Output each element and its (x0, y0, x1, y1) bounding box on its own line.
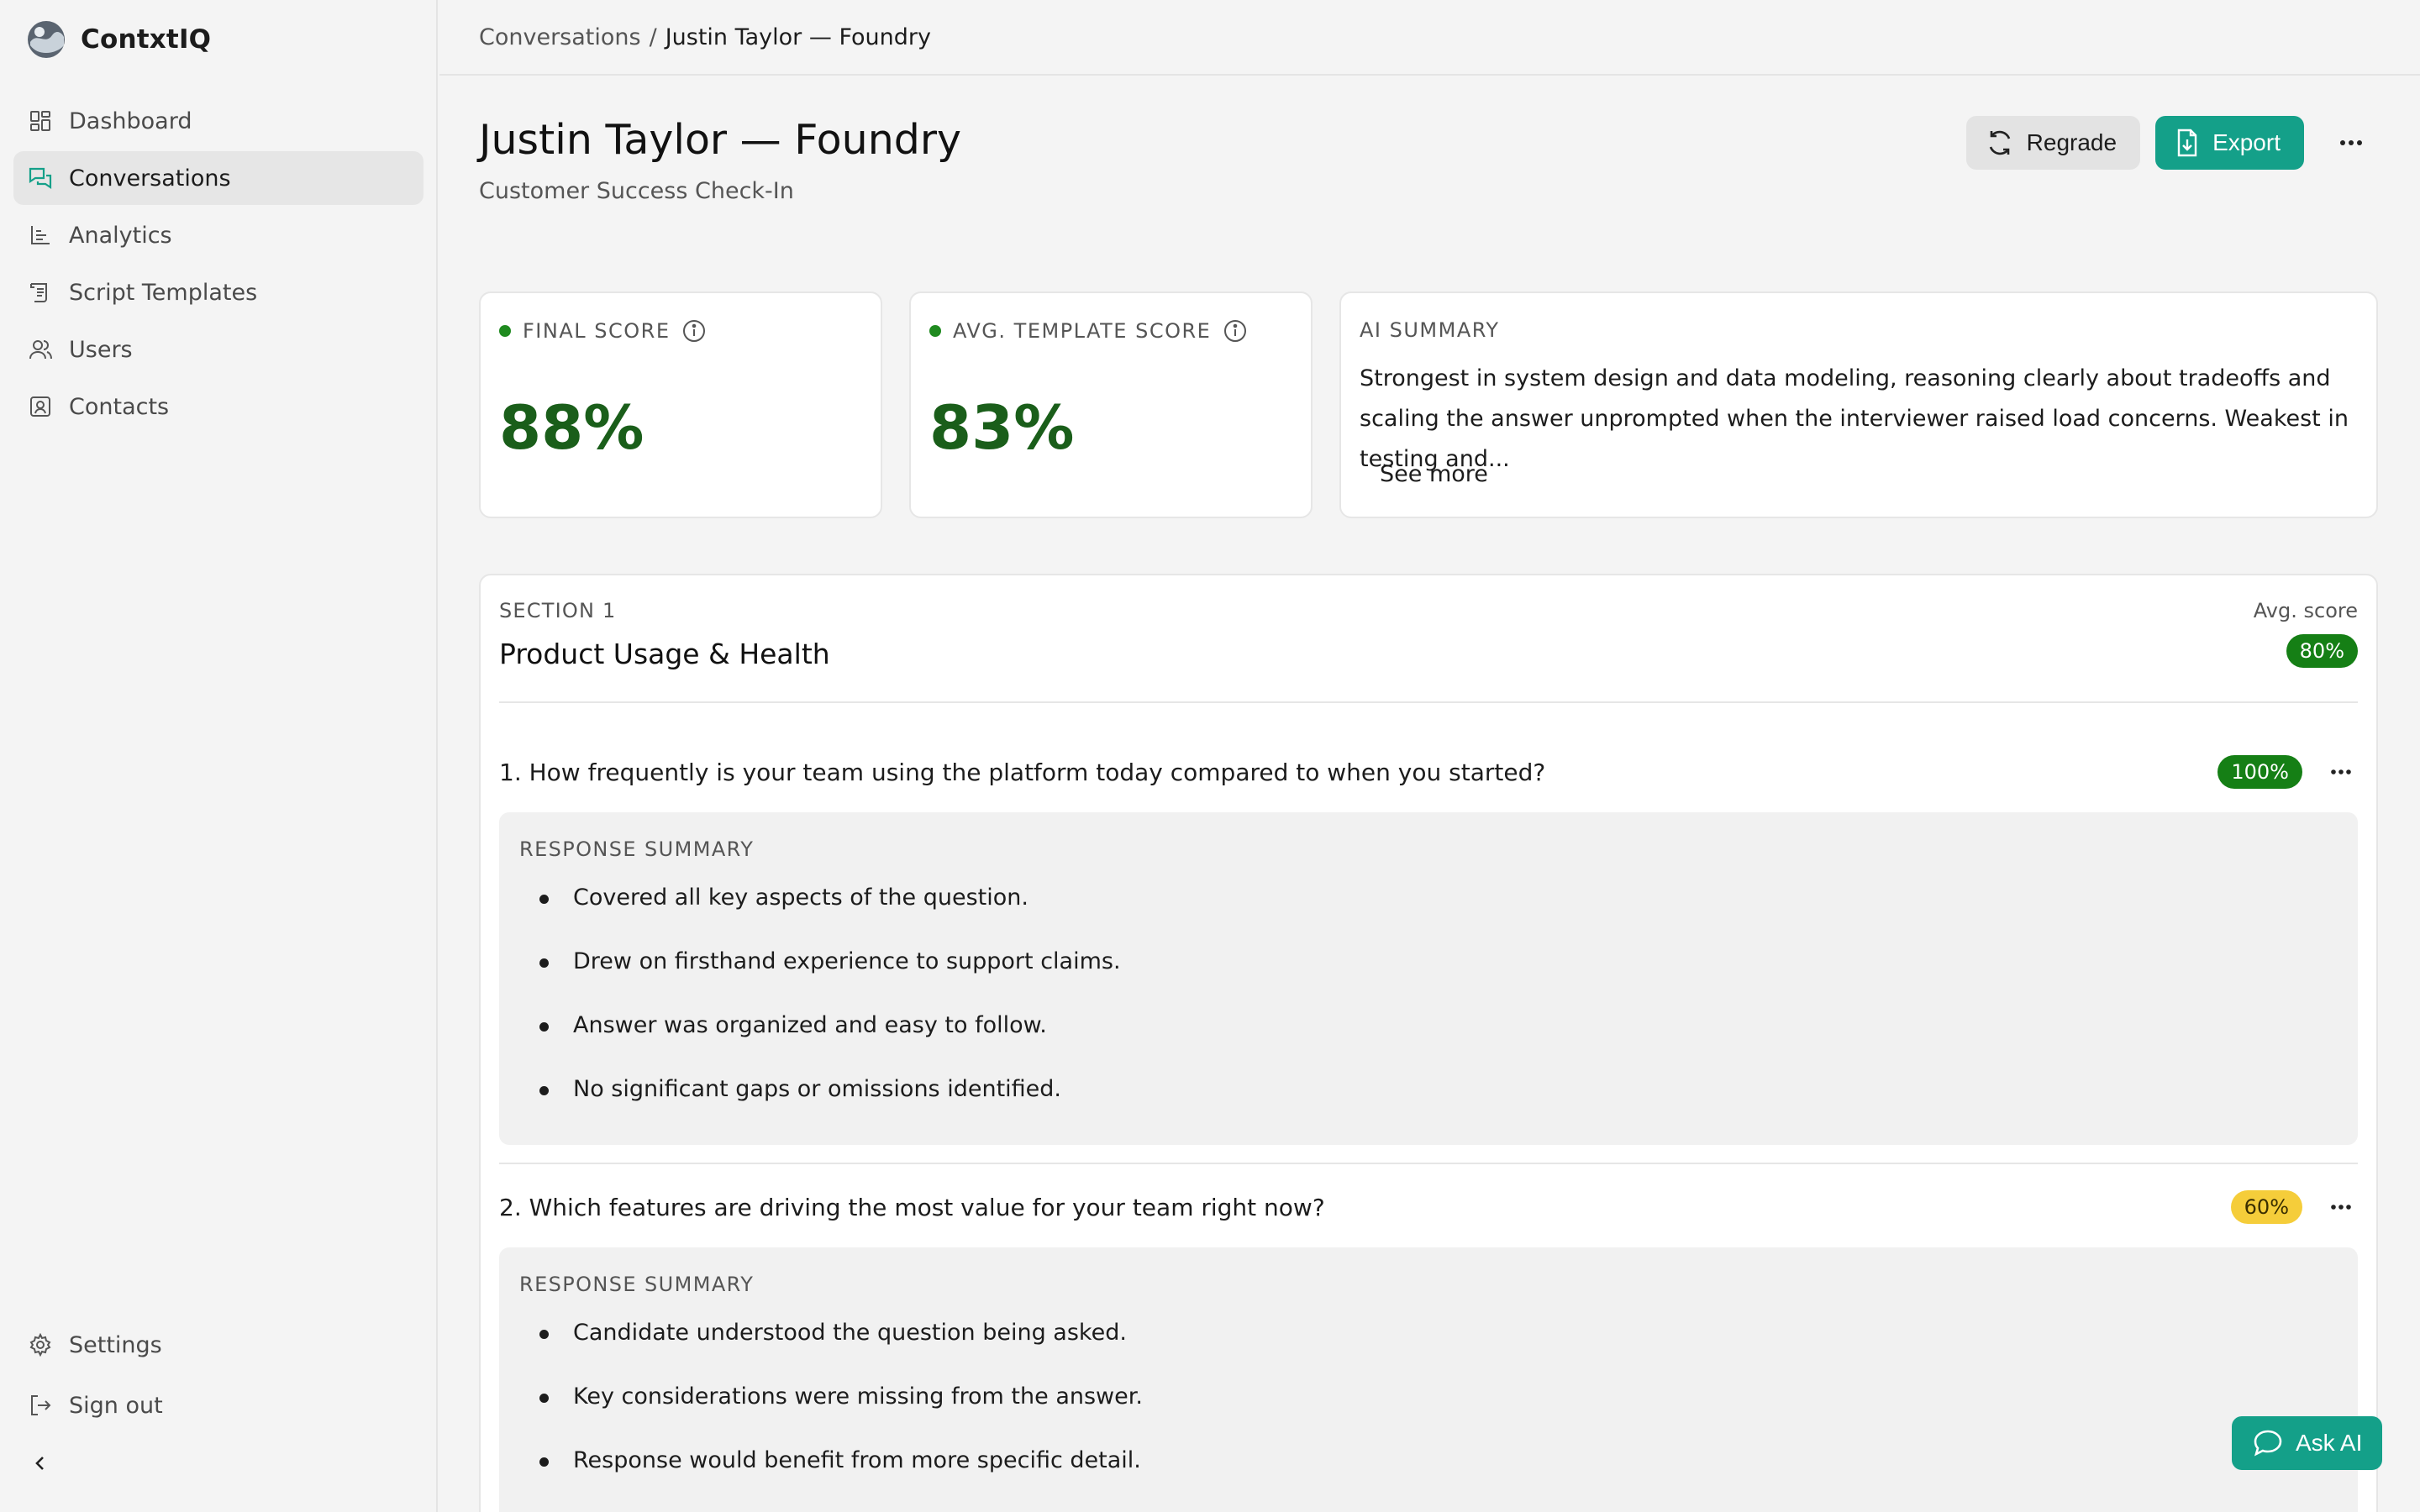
question-row[interactable]: 1. How frequently is your team using the… (499, 747, 2358, 797)
question-score-badge: 60% (2230, 1190, 2302, 1224)
sidebar-bottom-nav: Settings Sign out (13, 1315, 424, 1436)
page-subtitle: Customer Success Check-In (479, 178, 794, 204)
more-horizontal-icon (2340, 140, 2362, 145)
list-item: Candidate understood the question being … (539, 1316, 1143, 1380)
collapse-sidebar-button[interactable] (27, 1450, 54, 1477)
list-item: Key considerations were missing from the… (539, 1380, 1143, 1444)
contact-icon (27, 393, 54, 420)
regrade-label: Regrade (2026, 129, 2118, 155)
sidebar-item-sign-out[interactable]: Sign out (13, 1376, 424, 1435)
file-download-icon (2177, 129, 2197, 157)
chat-icon (27, 165, 54, 192)
header-actions: Regrade Export (1965, 116, 2375, 170)
ask-ai-label: Ask AI (2296, 1430, 2363, 1456)
response-summary-label: RESPONSE SUMMARY (519, 1273, 755, 1296)
list-item: No significant gaps or omissions identif… (539, 1073, 1121, 1137)
divider (499, 1163, 2358, 1164)
question-row[interactable]: 2. Which features are driving the most v… (499, 1182, 2358, 1232)
template-score-card: AVG. TEMPLATE SCORE 83% (909, 291, 1313, 518)
final-score-label: FINAL SCORE (499, 318, 707, 344)
sidebar-item-label: Analytics (69, 222, 172, 249)
response-summary-label: RESPONSE SUMMARY (519, 837, 755, 861)
sidebar-nav: Dashboard Conversations Analytics Script… (13, 94, 424, 437)
template-score-label: AVG. TEMPLATE SCORE (929, 318, 1248, 344)
section-avg-label: Avg. score (2253, 599, 2358, 622)
question-text: 1. How frequently is your team using the… (499, 758, 1546, 786)
response-bullets: Covered all key aspects of the question.… (539, 881, 1121, 1137)
ask-ai-button[interactable]: Ask AI (2232, 1416, 2383, 1470)
status-dot (499, 325, 511, 337)
export-button[interactable]: Export (2155, 116, 2304, 170)
sidebar-item-dashboard[interactable]: Dashboard (13, 94, 424, 148)
more-options-button[interactable] (2328, 119, 2375, 166)
template-score-label-text: AVG. TEMPLATE SCORE (953, 319, 1212, 343)
question-text: 2. Which features are driving the most v… (499, 1193, 1325, 1221)
gear-icon (27, 1331, 54, 1358)
script-icon (27, 279, 54, 306)
more-horizontal-icon (2331, 1205, 2351, 1210)
breadcrumb-parent[interactable]: Conversations (479, 24, 641, 50)
sidebar-item-conversations[interactable]: Conversations (13, 151, 424, 205)
main-content: Conversations / Justin Taylor — Foundry … (439, 0, 2420, 1512)
final-score-label-text: FINAL SCORE (523, 319, 671, 343)
template-score-value: 83% (929, 392, 1075, 463)
sidebar-item-contacts[interactable]: Contacts (13, 380, 424, 433)
refresh-icon (1989, 130, 2010, 155)
page-title: Justin Taylor — Foundry (479, 116, 962, 164)
sign-out-icon (27, 1392, 54, 1419)
breadcrumb: Conversations / Justin Taylor — Foundry (439, 0, 2420, 76)
sidebar-item-label: Settings (69, 1331, 162, 1358)
section-kicker: SECTION 1 (499, 599, 617, 622)
users-icon (27, 336, 54, 363)
ai-summary-label: AI SUMMARY (1360, 318, 1500, 342)
question-more-button[interactable] (2324, 1190, 2358, 1224)
status-dot (929, 325, 941, 337)
list-item: Covered all key aspects of the question. (539, 881, 1121, 945)
sidebar-item-label: Sign out (69, 1392, 163, 1419)
sidebar: ContxtIQ Dashboard Conversations Analyti… (0, 0, 438, 1512)
sidebar-item-label: Users (69, 336, 133, 363)
final-score-value: 88% (499, 392, 644, 463)
dashboard-icon (27, 108, 54, 134)
ai-summary-card: AI SUMMARY Strongest in system design an… (1339, 291, 2378, 518)
info-icon[interactable] (1223, 318, 1248, 344)
ai-summary-text: Strongest in system design and data mode… (1360, 365, 2349, 472)
sidebar-item-users[interactable]: Users (13, 323, 424, 376)
question-score-badge: 100% (2217, 755, 2302, 789)
sidebar-item-settings[interactable]: Settings (13, 1315, 424, 1374)
app-name: ContxtIQ (81, 24, 212, 55)
list-item: Drew on firsthand experience to support … (539, 945, 1121, 1009)
response-bullets: Candidate understood the question being … (539, 1316, 1143, 1508)
chevron-left-icon (35, 1457, 44, 1470)
breadcrumb-separator: / (649, 24, 657, 50)
see-more-link[interactable]: See more (1380, 461, 1488, 487)
sidebar-item-label: Script Templates (69, 279, 258, 306)
sidebar-item-label: Contacts (69, 393, 170, 420)
chart-icon (27, 222, 54, 249)
export-label: Export (2212, 129, 2281, 155)
info-icon[interactable] (681, 318, 707, 344)
sidebar-item-label: Conversations (69, 165, 231, 192)
section-score-badge: 80% (2286, 634, 2358, 668)
response-summary: RESPONSE SUMMARY Covered all key aspects… (499, 812, 2358, 1145)
sidebar-item-analytics[interactable]: Analytics (13, 208, 424, 262)
list-item: Response would benefit from more specifi… (539, 1444, 1143, 1508)
sidebar-item-script-templates[interactable]: Script Templates (13, 265, 424, 319)
section-title: Product Usage & Health (499, 638, 830, 670)
logo-icon (28, 21, 65, 58)
logo[interactable]: ContxtIQ (27, 20, 211, 59)
list-item: Answer was organized and easy to follow. (539, 1009, 1121, 1073)
section-card: SECTION 1 Product Usage & Health Avg. sc… (479, 574, 2378, 1512)
more-horizontal-icon (2331, 769, 2351, 774)
question-more-button[interactable] (2324, 755, 2358, 789)
regrade-button[interactable]: Regrade (1965, 116, 2141, 170)
final-score-card: FINAL SCORE 88% (479, 291, 882, 518)
divider (499, 701, 2358, 703)
breadcrumb-current: Justin Taylor — Foundry (665, 24, 931, 50)
response-summary: RESPONSE SUMMARY Candidate understood th… (499, 1247, 2358, 1512)
sidebar-item-label: Dashboard (69, 108, 192, 134)
chat-bubble-icon (2254, 1430, 2282, 1457)
